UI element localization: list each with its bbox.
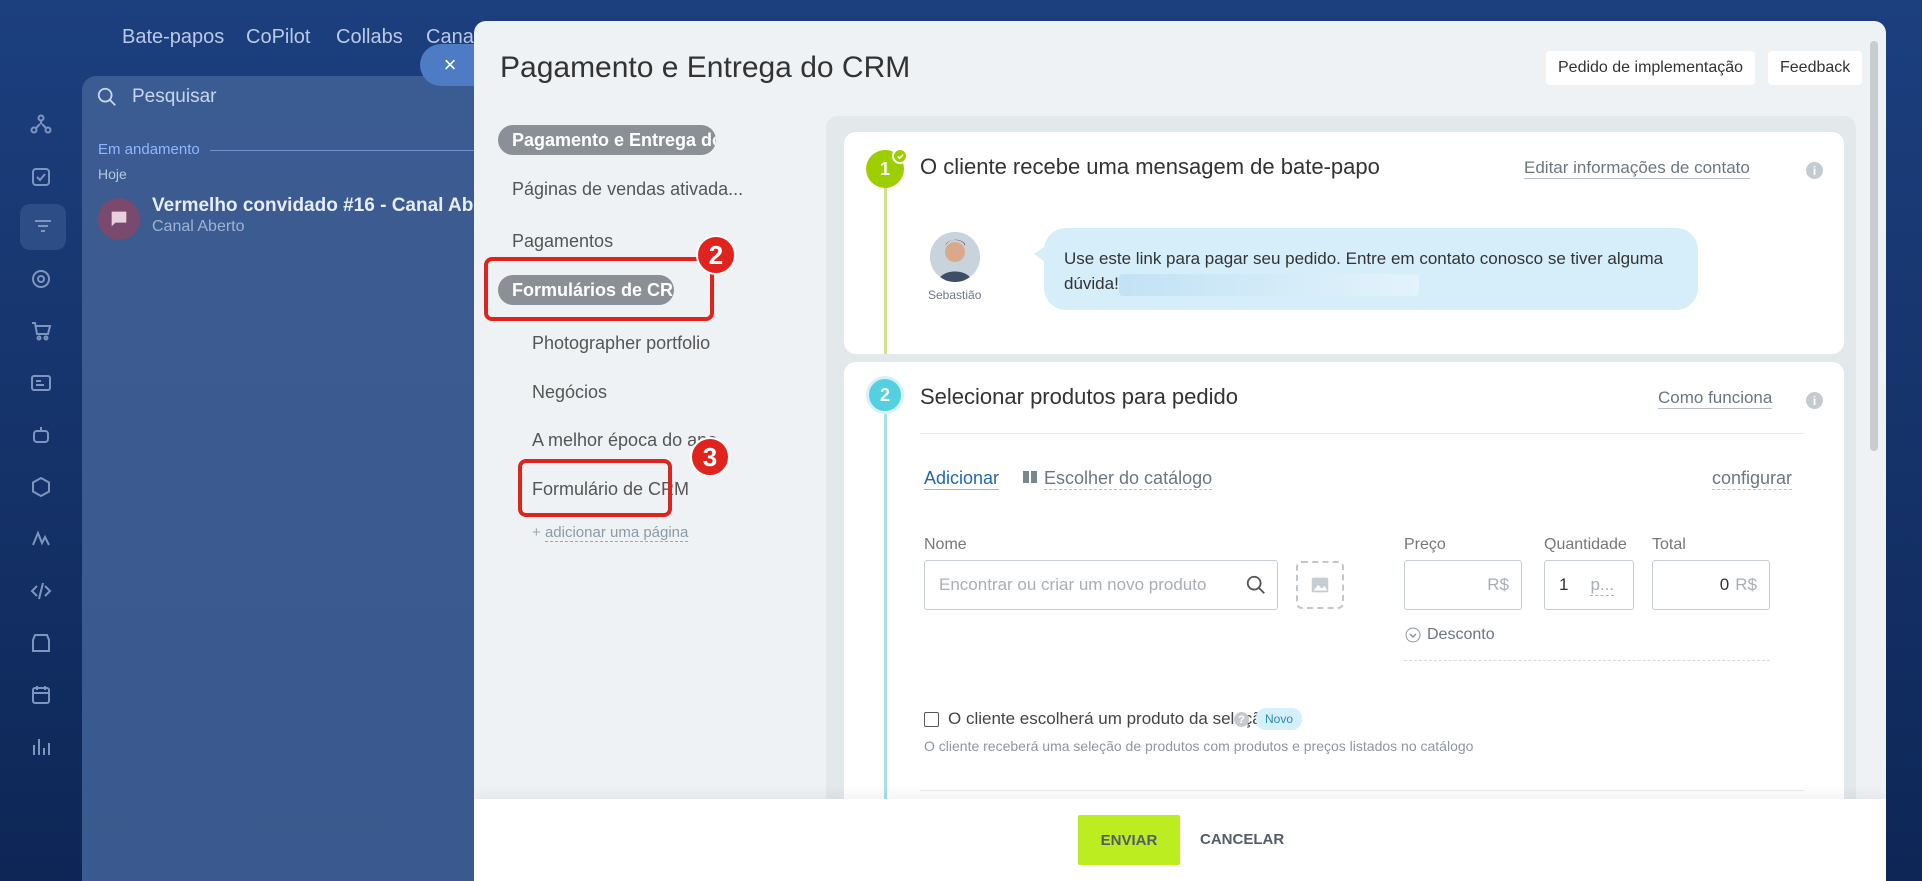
callout-number-3: 3 <box>690 437 730 477</box>
chat-item-title[interactable]: Vermelho convidado #16 - Canal Abert... <box>152 195 487 217</box>
nav-item-payments[interactable]: Pagamentos <box>512 231 613 252</box>
steps-area: 1 O cliente recebe uma mensagem de bate-… <box>826 116 1856 881</box>
nav-chats[interactable]: Bate-papos <box>122 26 224 49</box>
close-slider-button[interactable]: × <box>420 44 480 86</box>
code-icon[interactable] <box>24 574 58 608</box>
discount-label: Desconto <box>1427 626 1495 643</box>
selection-label[interactable]: O cliente escolherá um produto da seleçã… <box>948 709 1271 729</box>
chevron-down-icon <box>1405 627 1421 643</box>
crm-payment-slider: Pagamento e Entrega do CRM Pedido de imp… <box>474 21 1886 881</box>
cancel-button[interactable]: CANCELAR <box>1200 831 1284 848</box>
search-icon <box>97 87 116 106</box>
step-2-divider <box>920 433 1804 434</box>
contact-card-icon[interactable] <box>24 366 58 400</box>
selection-hint: O cliente receberá uma seleção de produt… <box>924 738 1474 754</box>
total-label: Total <box>1652 536 1686 553</box>
nav-subitem-best-time[interactable]: A melhor época do ano <box>532 430 717 451</box>
callout-box-3 <box>518 459 672 517</box>
add-product-link[interactable]: Adicionar <box>924 468 1000 490</box>
nav-collabs[interactable]: Collabs <box>336 26 403 49</box>
target-icon[interactable] <box>24 262 58 296</box>
add-image-button[interactable] <box>1296 561 1344 609</box>
add-page-prefix: + <box>532 524 541 541</box>
quantity-input[interactable]: 1 p... <box>1544 560 1634 610</box>
step-2-bottom-divider <box>920 790 1804 791</box>
tasks-icon[interactable] <box>24 160 58 194</box>
step-1-line <box>884 172 887 354</box>
avatar <box>930 232 980 282</box>
price-input[interactable]: R$ <box>1404 560 1522 610</box>
sign-icon[interactable] <box>24 522 58 556</box>
search-placeholder: Pesquisar <box>132 86 217 107</box>
avatar-name: Sebastião <box>928 288 982 302</box>
calendar-icon[interactable] <box>24 678 58 712</box>
price-currency: R$ <box>1487 575 1509 594</box>
scrollbar[interactable] <box>1870 41 1878 451</box>
nav-item-sales-pages[interactable]: Páginas de vendas ativada... <box>512 179 743 200</box>
chat-item-subtitle: Canal Aberto <box>152 218 245 235</box>
product-search-input[interactable]: Encontrar ou criar um novo produto <box>924 560 1278 610</box>
new-badge: Novo <box>1256 708 1303 730</box>
nav-subitem-photographer-portfolio[interactable]: Photographer portfolio <box>532 333 710 354</box>
name-label: Nome <box>924 536 967 553</box>
nav-item-payment-delivery[interactable]: Pagamento e Entrega do ... <box>498 125 716 155</box>
choose-from-catalog-link[interactable]: Escolher do catálogo <box>1044 468 1213 490</box>
help-icon[interactable]: ? <box>1234 712 1249 727</box>
cart-icon[interactable] <box>24 314 58 348</box>
chat-search[interactable]: Pesquisar <box>96 86 217 108</box>
blurred-link <box>1118 273 1419 296</box>
price-label: Preço <box>1404 536 1446 553</box>
store-icon[interactable] <box>24 626 58 660</box>
total-value: 0 <box>1719 575 1730 594</box>
feedback-button[interactable]: Feedback <box>1768 51 1863 85</box>
image-icon <box>1311 577 1329 593</box>
edit-contact-info-link[interactable]: Editar informações de contato <box>1524 158 1750 179</box>
page-title: Pagamento e Entrega do CRM <box>500 51 911 84</box>
robot-icon[interactable] <box>24 418 58 452</box>
info-icon[interactable]: i <box>1806 392 1823 409</box>
footer-bar: ENVIAR CANCELAR <box>474 799 1886 881</box>
date-group-today: Hoje <box>98 166 127 182</box>
quantity-unit[interactable]: p... <box>1590 575 1615 596</box>
left-rail <box>0 76 82 881</box>
quantity-label: Quantidade <box>1544 536 1627 553</box>
add-page-link[interactable]: + adicionar uma página <box>532 524 689 542</box>
nav-copilot[interactable]: CoPilot <box>246 26 310 49</box>
send-button[interactable]: ENVIAR <box>1078 815 1180 865</box>
chart-icon[interactable] <box>24 730 58 764</box>
selection-checkbox[interactable] <box>924 712 939 727</box>
chat-message-bubble: Use este link para pagar seu pedido. Ent… <box>1044 228 1698 310</box>
chat-avatar[interactable] <box>98 198 140 240</box>
check-icon <box>892 148 908 164</box>
add-page-label[interactable]: adicionar uma página <box>544 524 689 542</box>
implementation-request-button[interactable]: Pedido de implementação <box>1546 51 1756 85</box>
discount-toggle[interactable]: Desconto <box>1405 626 1495 644</box>
discount-divider <box>1404 660 1770 661</box>
how-it-works-link[interactable]: Como funciona <box>1658 388 1773 409</box>
step-2-title: Selecionar produtos para pedido <box>920 384 1239 409</box>
filter-icon[interactable] <box>20 204 66 250</box>
configure-link[interactable]: configurar <box>1712 468 1793 490</box>
total-currency: R$ <box>1735 575 1757 594</box>
total-input: 0 R$ <box>1652 560 1770 610</box>
step-1-card: 1 O cliente recebe uma mensagem de bate-… <box>844 132 1844 354</box>
info-icon[interactable]: i <box>1806 162 1823 179</box>
book-icon <box>1022 470 1038 484</box>
section-divider <box>210 150 490 151</box>
search-icon[interactable] <box>1245 574 1267 596</box>
section-in-progress: Em andamento <box>98 141 200 158</box>
cube-icon[interactable] <box>24 470 58 504</box>
step-2-number: 2 <box>866 376 904 414</box>
product-search-placeholder: Encontrar ou criar um novo produto <box>939 575 1207 594</box>
callout-number-2: 2 <box>696 235 736 275</box>
nav-subitem-deals[interactable]: Negócios <box>532 382 607 403</box>
close-icon: × <box>443 52 457 77</box>
step-1-title: O cliente recebe uma mensagem de bate-pa… <box>920 154 1380 179</box>
quantity-value: 1 <box>1559 575 1569 594</box>
chat-bubble-icon <box>111 211 127 227</box>
callout-box-2 <box>484 257 714 321</box>
network-icon[interactable] <box>24 108 58 142</box>
